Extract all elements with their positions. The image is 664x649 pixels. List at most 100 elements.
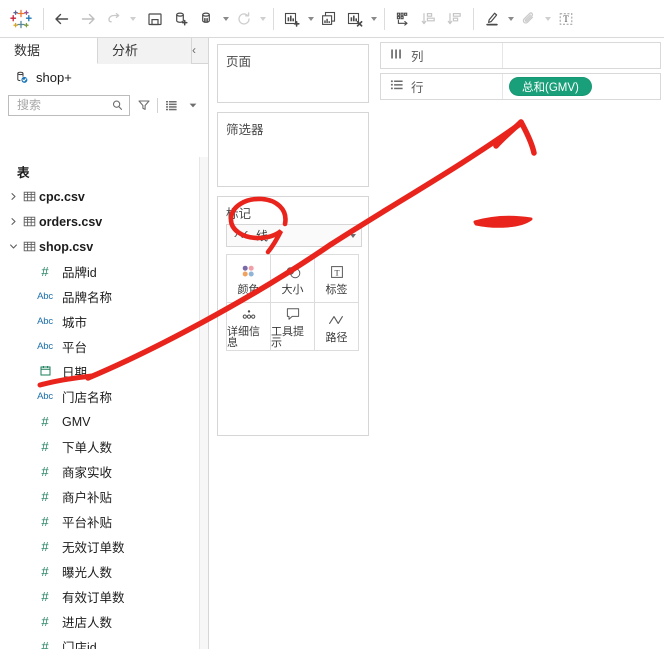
field-item[interactable]: # 门店id: [0, 634, 208, 649]
field-label: 商家实收: [62, 466, 113, 480]
columns-icon: [390, 48, 404, 63]
search-box[interactable]: [8, 94, 130, 116]
new-worksheet-caret-icon[interactable]: [305, 6, 316, 32]
field-label: 门店id: [62, 641, 97, 649]
field-item[interactable]: # 无效订单数: [0, 534, 208, 559]
field-label: 门店名称: [62, 391, 113, 405]
field-label: 平台: [62, 341, 88, 355]
field-item[interactable]: # 进店人数: [0, 609, 208, 634]
tab-data[interactable]: 数据: [0, 38, 98, 64]
data-pane-tabs: 数据 分析 ‹: [0, 38, 208, 64]
pill-sum-gmv[interactable]: 总和(GMV): [509, 77, 592, 96]
new-data-source-button[interactable]: [168, 6, 194, 32]
marks-color-button[interactable]: 颜色: [226, 254, 271, 303]
tableau-window: T 数据 分析 ‹ shop+ 搜索 表 cpc.csv orders.csv …: [0, 0, 664, 649]
magnifier-icon[interactable]: [110, 98, 125, 113]
field-item[interactable]: # 商家实收: [0, 459, 208, 484]
new-worksheet-button[interactable]: [279, 6, 305, 32]
field-label: 曝光人数: [62, 566, 113, 580]
marks-type-selector[interactable]: 线: [226, 224, 362, 247]
sort-ascending-button[interactable]: [416, 6, 442, 32]
back-button[interactable]: [49, 6, 75, 32]
filters-card[interactable]: 筛选器: [217, 112, 369, 187]
table-icon: [20, 215, 39, 228]
text-field-icon: Abc: [37, 341, 53, 352]
clear-sheet-caret-icon[interactable]: [368, 6, 379, 32]
chevron-down-icon[interactable]: [6, 234, 20, 259]
field-label: 商户补贴: [62, 491, 113, 505]
save-button[interactable]: [142, 6, 168, 32]
field-label: 平台补贴: [62, 516, 113, 530]
columns-shelf-label: 列: [381, 43, 503, 68]
search-input[interactable]: [15, 97, 110, 113]
data-source-item[interactable]: shop+: [0, 64, 208, 90]
table-node-cpc[interactable]: cpc.csv: [0, 184, 208, 209]
clear-sheet-button[interactable]: [342, 6, 368, 32]
field-item[interactable]: # 曝光人数: [0, 559, 208, 584]
swap-rows-columns-button[interactable]: [390, 6, 416, 32]
text-tool-button[interactable]: T: [553, 6, 579, 32]
tab-analytics[interactable]: 分析: [98, 38, 192, 64]
sort-descending-button[interactable]: [442, 6, 468, 32]
number-field-icon: #: [41, 489, 49, 504]
field-item[interactable]: Abc 平台: [0, 334, 208, 359]
table-node-shop[interactable]: shop.csv: [0, 234, 208, 259]
marks-label-button[interactable]: T 标签: [314, 254, 359, 303]
duplicate-sheet-button[interactable]: [316, 6, 342, 32]
marks-card[interactable]: 标记 线 颜色 大小 T 标签 详细信息 工具提示 路径: [217, 196, 369, 436]
number-field-icon: #: [41, 614, 49, 629]
chevron-right-icon[interactable]: [6, 184, 20, 209]
refresh-caret-icon[interactable]: [257, 6, 268, 32]
marks-tooltip-button[interactable]: 工具提示: [270, 302, 315, 351]
pause-data-updates-caret-icon[interactable]: [220, 6, 231, 32]
tableau-logo-icon[interactable]: [4, 4, 38, 34]
text-label-icon: T: [329, 262, 345, 282]
field-item[interactable]: # 平台补贴: [0, 509, 208, 534]
field-label: 有效订单数: [62, 591, 125, 605]
columns-shelf-drop-area[interactable]: [503, 43, 660, 68]
filters-card-title: 筛选器: [226, 123, 264, 137]
rows-shelf[interactable]: 行 总和(GMV): [380, 73, 661, 100]
pause-data-updates-button[interactable]: [194, 6, 220, 32]
highlight-button[interactable]: [479, 6, 505, 32]
field-item[interactable]: # GMV: [0, 409, 208, 434]
field-item[interactable]: Abc 门店名称: [0, 384, 208, 409]
pages-card[interactable]: 页面: [217, 44, 369, 103]
marks-path-button[interactable]: 路径: [314, 302, 359, 351]
field-item[interactable]: # 有效订单数: [0, 584, 208, 609]
undo-redo-button[interactable]: [101, 6, 127, 32]
undo-redo-caret-icon[interactable]: [127, 6, 138, 32]
field-item[interactable]: # 商户补贴: [0, 484, 208, 509]
chevron-right-icon[interactable]: [6, 209, 20, 234]
number-field-icon: #: [41, 639, 49, 649]
field-item[interactable]: Abc 品牌名称: [0, 284, 208, 309]
number-field-icon: #: [41, 464, 49, 479]
field-label: 品牌id: [62, 266, 97, 280]
field-item[interactable]: # 下单人数: [0, 434, 208, 459]
data-pane-scrollbar[interactable]: [199, 157, 208, 649]
chevron-down-icon[interactable]: [350, 233, 356, 238]
rows-icon: [390, 79, 404, 94]
refresh-data-source-button[interactable]: [231, 6, 257, 32]
marks-size-button[interactable]: 大小: [270, 254, 315, 303]
marks-detail-button[interactable]: 详细信息: [226, 302, 271, 351]
number-field-icon: #: [41, 514, 49, 529]
marks-type-label: 线: [256, 229, 269, 243]
filter-funnel-icon[interactable]: [136, 98, 151, 113]
grouped-list-icon[interactable]: [164, 98, 179, 113]
chevron-down-icon[interactable]: [185, 98, 200, 113]
field-item[interactable]: 日期: [0, 359, 208, 384]
attach-button[interactable]: [516, 6, 542, 32]
attach-caret-icon[interactable]: [542, 6, 553, 32]
forward-button[interactable]: [75, 6, 101, 32]
rows-shelf-drop-area[interactable]: 总和(GMV): [503, 74, 660, 99]
collapse-pane-icon[interactable]: ‹: [186, 42, 202, 60]
field-item[interactable]: Abc 城市: [0, 309, 208, 334]
table-node-orders[interactable]: orders.csv: [0, 209, 208, 234]
highlight-caret-icon[interactable]: [505, 6, 516, 32]
field-label: 日期: [62, 366, 88, 380]
marks-card-title: 标记: [226, 207, 252, 221]
columns-shelf[interactable]: 列: [380, 42, 661, 69]
field-item[interactable]: # 品牌id: [0, 259, 208, 284]
number-field-icon: #: [41, 564, 49, 579]
